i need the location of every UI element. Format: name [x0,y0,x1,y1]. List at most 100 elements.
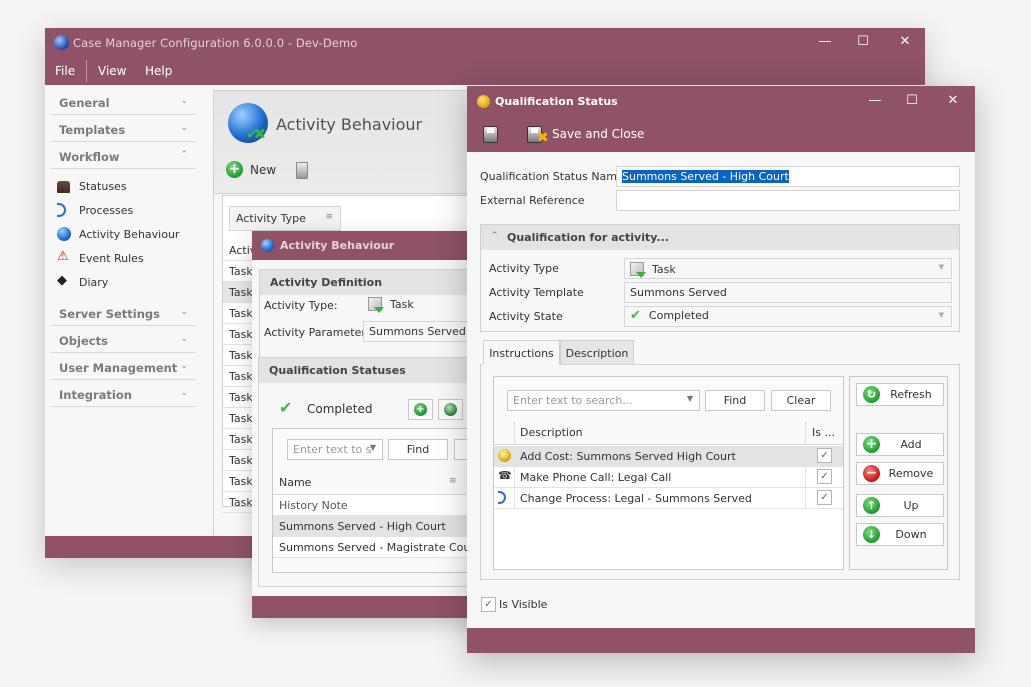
minimize-button[interactable]: — [815,34,835,49]
close-button[interactable]: ✕ [943,93,963,108]
activity-template-label: Activity Template [489,286,584,299]
minimize-button[interactable]: — [865,93,885,108]
save-icon[interactable] [483,126,498,143]
clear-button[interactable]: Clear [771,390,831,411]
diary-icon: ◆ [57,273,67,288]
close-button[interactable]: ✕ [895,34,915,49]
sidebar-group-templates[interactable]: Templates ⌄ [50,115,196,142]
app-icon [54,35,69,50]
group-by-chip[interactable]: Activity Type ≡ [229,206,341,231]
status-row[interactable]: History Note [273,495,490,516]
find-button[interactable]: Find [705,390,765,411]
sidebar-group-workflow[interactable]: Workflow ⌃ [50,142,196,169]
remove-button[interactable]: − Remove [856,462,944,485]
dialog-title-bar[interactable]: Qualification Status — ☐ ✕ [467,86,975,116]
tab-description[interactable]: Description [560,340,634,365]
status-search-input[interactable]: Enter text to s ▼ [287,439,383,460]
menu-separator [86,60,87,82]
qualification-name-input[interactable]: Summons Served - High Court [616,166,960,187]
find-button[interactable]: Find [388,439,448,460]
is-visible-cell: ✓ [805,467,843,488]
external-reference-label: External Reference [480,194,585,207]
chevron-up-icon: ⌃ [180,150,188,160]
chip-label: Activity Type [236,212,306,225]
up-button[interactable]: ↑ Up [856,494,944,517]
sidebar-group-objects[interactable]: Objects ⌄ [50,326,196,353]
row-checkbox[interactable]: ✓ [817,490,832,505]
edit-status-button[interactable] [438,399,463,420]
sidebar-group-general[interactable]: General ⌄ [50,88,196,115]
add-status-button[interactable]: + [408,399,433,420]
activity-behaviour-dialog: Activity Behaviour Activity Definition A… [252,231,490,618]
panel-header[interactable]: ⌃ Qualification for activity... [481,225,959,250]
sidebar-group-integration[interactable]: Integration ⌄ [50,380,196,407]
activity-state-select[interactable]: ✔ Completed ▼ [624,306,952,327]
field-value: Summons Served [630,286,727,299]
item-label: Diary [79,276,109,289]
plus-icon: + [414,403,427,416]
row-checkbox[interactable]: ✓ [817,448,832,463]
sort-icon: ≡ [449,476,457,486]
grid-header-name[interactable]: Name ≡ [273,471,490,495]
activity-template-field[interactable]: Summons Served [624,282,952,303]
activity-type-select[interactable]: Task ▼ [624,258,952,279]
new-label: New [250,163,277,177]
add-button[interactable]: + Add [856,433,944,456]
maximize-button[interactable]: ☐ [902,93,922,108]
is-visible-checkbox[interactable]: ✓ Is Visible [481,597,561,613]
refresh-button[interactable]: ↻ Refresh [856,383,944,406]
is-visible-cell: ✓ [805,446,843,467]
instruction-search-input[interactable]: Enter text to search... ▼ [507,390,700,411]
tab-instructions[interactable]: Instructions [483,340,560,365]
header-is-visible[interactable]: Is ... [812,426,835,439]
is-visible-label: Is Visible [499,598,548,611]
header-description[interactable]: Description [520,426,583,439]
button-label: Remove [888,467,934,480]
globe-icon [261,239,274,252]
instruction-row[interactable]: Change Process: Legal - Summons Served [494,488,805,509]
activity-state-label: Activity State [489,310,563,323]
activity-parameter-label: Activity Parameter: [264,326,370,339]
activity-type-label: Activity Type [489,262,559,275]
button-label: Up [903,499,919,512]
main-title-bar[interactable]: Case Manager Configuration 6.0.0.0 - Dev… [45,28,925,58]
qualification-icon [477,95,490,108]
document-icon[interactable] [296,162,308,179]
selected-text: Summons Served - High Court [622,170,789,183]
button-label: Refresh [890,388,932,401]
sidebar: General ⌄ Templates ⌄ Workflow ⌃ Statuses P… [45,85,213,536]
save-and-close-label: Save and Close [552,127,645,141]
arrow-up-icon: ↑ [863,497,880,514]
checkbox-box: ✓ [481,597,496,612]
menu-file[interactable]: File [55,64,75,78]
row-checkbox[interactable]: ✓ [817,469,832,484]
minus-icon: − [863,465,880,482]
chevron-down-icon: ⌄ [180,123,188,133]
status-row[interactable]: Summons Served - Magistrate Court [273,537,490,558]
sidebar-group-user-management[interactable]: User Management ⌄ [50,353,196,380]
menu-view[interactable]: View [98,64,126,78]
sidebar-group-server-settings[interactable]: Server Settings ⌄ [50,299,196,326]
item-label: Activity Behaviour [79,228,180,241]
maximize-button[interactable]: ☐ [853,34,873,49]
status-row-selected[interactable]: Summons Served - High Court [273,516,490,537]
dialog-title-bar[interactable]: Activity Behaviour [252,231,488,260]
down-button[interactable]: ↓ Down [856,523,944,546]
dropdown-arrow-icon: ▼ [938,311,944,319]
chevron-down-icon: ⌄ [180,307,188,317]
external-reference-input[interactable] [616,190,960,211]
column-divider [514,446,515,466]
grid-header: Description Is ... [494,421,843,445]
group-label: General [59,96,110,110]
activity-behaviour-icon [228,103,268,143]
group-label: Workflow [59,150,120,164]
refresh-icon: ↻ [863,386,880,403]
instruction-row[interactable]: Add Cost: Summons Served High Court [494,446,805,467]
instruction-row[interactable]: ☎ Make Phone Call: Legal Call [494,467,805,488]
dialog-title: Qualification Status [495,95,618,108]
row-description: Change Process: Legal - Summons Served [520,492,752,505]
menu-help[interactable]: Help [145,64,172,78]
task-icon [368,297,384,313]
activity-definition-panel: Activity Definition Activity Type: Task … [259,269,489,359]
item-label: Event Rules [79,252,144,265]
